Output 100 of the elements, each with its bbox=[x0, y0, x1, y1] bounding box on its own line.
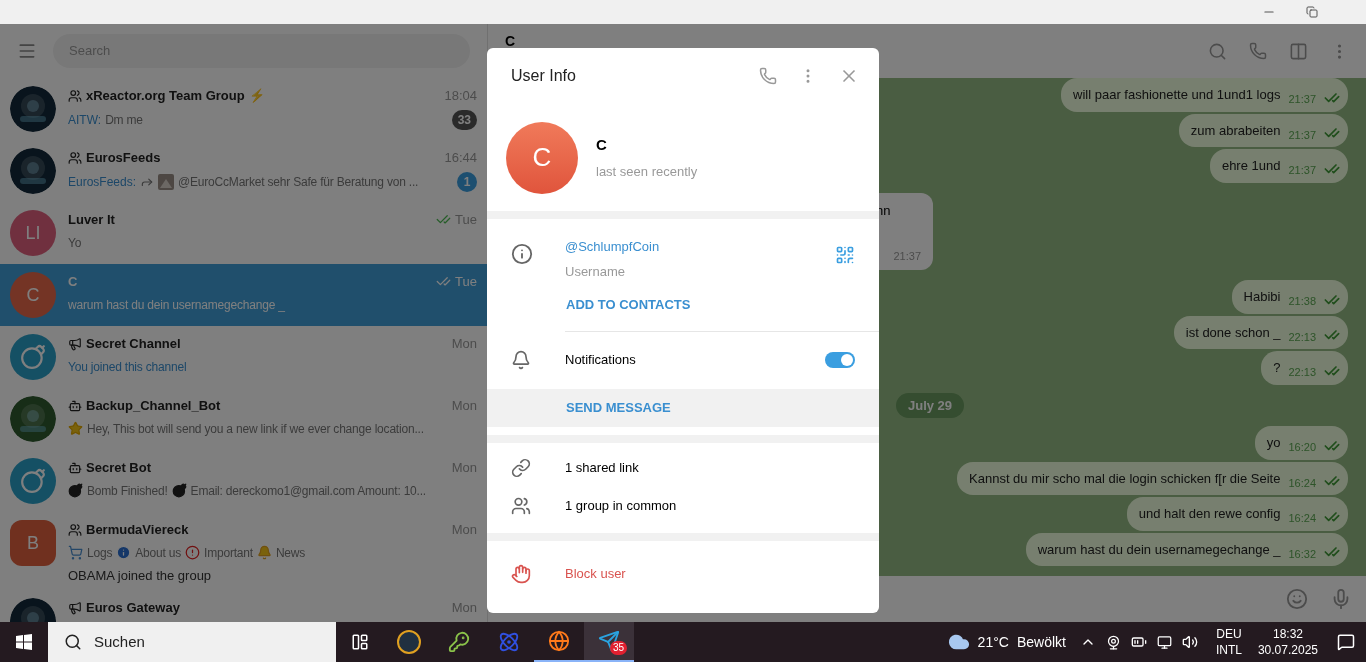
chat-name: C bbox=[68, 273, 78, 291]
info-icon bbox=[116, 545, 132, 560]
sender-name: EurosFeeds: bbox=[68, 173, 137, 191]
keyboard-layout-label[interactable]: INTL bbox=[1215, 642, 1242, 658]
message-text: ? bbox=[1273, 359, 1281, 377]
megaphone-icon bbox=[68, 600, 82, 615]
bell-icon bbox=[256, 545, 272, 560]
task-view-icon[interactable] bbox=[351, 633, 369, 651]
message-time: 22:13 bbox=[1288, 329, 1316, 345]
battery-icon[interactable] bbox=[1130, 634, 1147, 650]
notifications-label: Notifications bbox=[565, 351, 637, 370]
search-icon[interactable] bbox=[1208, 41, 1227, 61]
app-icon[interactable] bbox=[397, 630, 421, 654]
last-seen-status: last seen recently bbox=[596, 163, 698, 181]
chat-time: Tue bbox=[455, 273, 477, 291]
unread-badge: 1 bbox=[457, 171, 477, 192]
message-preview: About us bbox=[135, 544, 181, 562]
megaphone-icon bbox=[68, 336, 82, 351]
weather-label: Bewölkt bbox=[1016, 632, 1066, 652]
exclamation-icon bbox=[185, 545, 200, 560]
browser-icon[interactable] bbox=[548, 630, 570, 652]
message-preview: OBAMA joined the group bbox=[68, 566, 213, 585]
send-message-button[interactable]: SEND MESSAGE bbox=[487, 388, 879, 427]
star-icon bbox=[68, 421, 83, 436]
webcam-icon[interactable] bbox=[1105, 634, 1121, 650]
people-icon bbox=[511, 495, 531, 516]
qr-code-icon[interactable] bbox=[835, 245, 855, 265]
notifications-toggle[interactable] bbox=[825, 352, 855, 368]
phone-icon[interactable] bbox=[759, 67, 777, 85]
message-text: ist done schon _ bbox=[1185, 323, 1281, 342]
side-panel-icon[interactable] bbox=[1289, 41, 1308, 61]
bell-icon bbox=[511, 350, 531, 370]
message-preview: @EuroCcMarket sehr Safe für Beratung von ... bbox=[178, 173, 419, 191]
message-text: will paar fashionette und 1und1 logs bbox=[1073, 86, 1281, 104]
message-time: 21:37 bbox=[1288, 127, 1316, 143]
message-preview: Dm me bbox=[105, 111, 143, 129]
shared-links[interactable]: 1 shared link bbox=[565, 457, 639, 478]
message-text: und halt den rewe config bbox=[1138, 505, 1281, 523]
notification-badge: 35 bbox=[610, 641, 628, 655]
clock-time[interactable]: 18:32 bbox=[1272, 626, 1303, 642]
message-preview: Hey, This bot will send you a new link if we ever change location... bbox=[87, 420, 424, 438]
cart-icon bbox=[68, 545, 83, 560]
notifications-icon[interactable] bbox=[1337, 633, 1355, 651]
message-text: Kannst du mir scho mal die login schicken f[r die Seite bbox=[969, 469, 1281, 488]
chat-name: Secret Channel bbox=[86, 335, 181, 353]
key-icon[interactable] bbox=[448, 631, 470, 653]
message-preview: Yo bbox=[68, 234, 82, 252]
avatar: C bbox=[506, 121, 578, 194]
unread-badge: 33 bbox=[451, 109, 477, 130]
search-icon bbox=[64, 633, 82, 651]
link-icon bbox=[511, 457, 531, 478]
menu-icon[interactable] bbox=[17, 41, 37, 61]
chat-name: xReactor.org Team Group bbox=[86, 87, 245, 105]
volume-icon[interactable] bbox=[1181, 634, 1198, 650]
message-time: 16:32 bbox=[1288, 546, 1316, 562]
network-icon[interactable] bbox=[1156, 634, 1172, 650]
message-time: 21:37 bbox=[1288, 92, 1316, 107]
message-preview: You joined this channel bbox=[68, 358, 187, 376]
message-preview: warum hast du dein usernamegechange _ bbox=[68, 296, 285, 314]
message-text: warum hast du dein usernamegechange _ bbox=[1037, 540, 1281, 559]
bot-icon bbox=[68, 398, 82, 413]
language-label[interactable]: DEU bbox=[1216, 626, 1242, 642]
message-time: 22:13 bbox=[1288, 365, 1316, 380]
groups-in-common[interactable]: 1 group in common bbox=[565, 495, 677, 516]
taskbar-search-field[interactable]: Suchen bbox=[48, 622, 336, 662]
message-time: 16:24 bbox=[1288, 511, 1316, 526]
chat-name: Euros Gateway bbox=[86, 599, 180, 617]
emoji-icon[interactable] bbox=[1286, 588, 1308, 610]
atom-icon[interactable] bbox=[498, 631, 520, 653]
avatar: C bbox=[10, 272, 56, 318]
name-emoji: ⚡ bbox=[248, 87, 265, 105]
info-icon bbox=[511, 243, 533, 265]
chat-title: C bbox=[505, 32, 516, 51]
message-preview: Email: dereckomo1@gmail.com Amount: 10... bbox=[190, 482, 426, 500]
windows-icon[interactable] bbox=[16, 634, 32, 650]
temperature: 21°C bbox=[977, 632, 1009, 652]
chat-name: BermudaViereck bbox=[86, 521, 189, 539]
clock-date[interactable]: 30.07.2025 bbox=[1257, 642, 1318, 658]
message-preview: Bomb Finished! bbox=[87, 482, 168, 500]
block-user-button[interactable]: Block user bbox=[565, 563, 626, 584]
bomb-icon bbox=[10, 334, 56, 380]
message-text: yo bbox=[1266, 434, 1281, 452]
chat-name: EurosFeeds bbox=[86, 149, 161, 167]
restore-icon[interactable] bbox=[1306, 6, 1318, 18]
phone-icon[interactable] bbox=[1249, 42, 1267, 60]
message-time: 16:20 bbox=[1288, 440, 1316, 455]
bomb-icon bbox=[171, 483, 187, 498]
username-link[interactable]: @SchlumpfCoin bbox=[565, 237, 835, 257]
message-preview: Logs bbox=[87, 544, 113, 562]
message-text: ehre 1und bbox=[1221, 157, 1281, 175]
username-label: Username bbox=[565, 262, 626, 281]
avatar: B bbox=[10, 520, 56, 566]
chat-name: Backup_Channel_Bot bbox=[86, 397, 221, 415]
message-preview: Important bbox=[204, 544, 253, 562]
avatar: LI bbox=[10, 210, 56, 256]
user-name: C bbox=[596, 134, 608, 155]
bomb-icon bbox=[10, 458, 56, 504]
message-time: 16:24 bbox=[1288, 475, 1316, 491]
add-to-contacts-button[interactable]: ADD TO CONTACTS bbox=[566, 295, 691, 315]
bomb-icon bbox=[68, 483, 83, 498]
